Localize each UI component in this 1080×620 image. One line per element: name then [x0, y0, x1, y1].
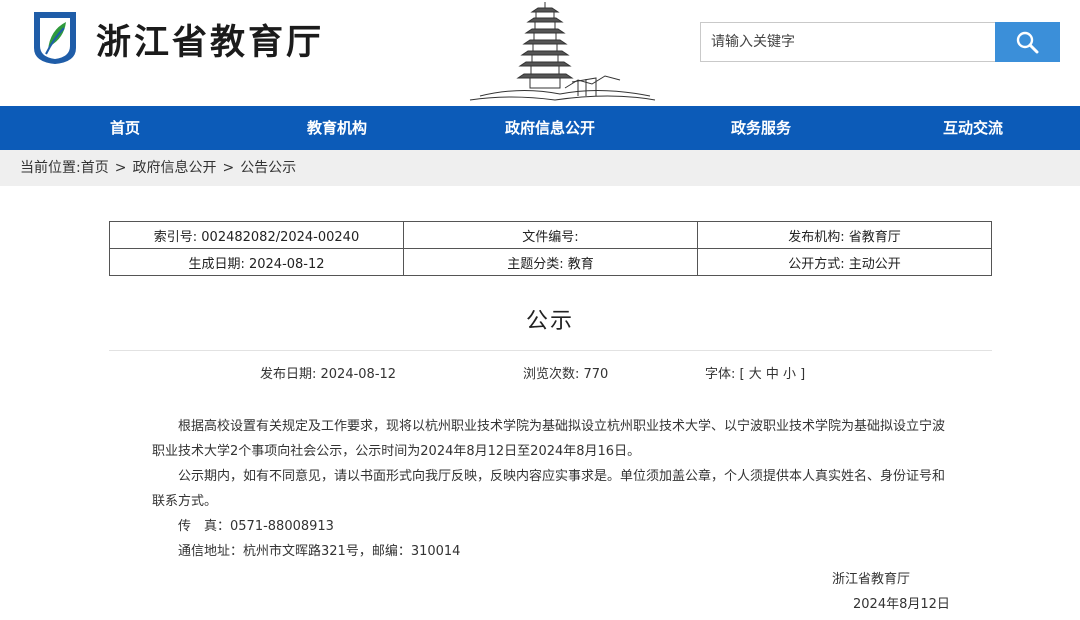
- breadcrumb-prefix: 当前位置:: [20, 160, 81, 176]
- meta-topic: 主题分类: 教育: [403, 248, 698, 276]
- address-line: 通信地址：杭州市文晖路321号，邮编：310014: [178, 544, 461, 559]
- nav-item-interaction[interactable]: 互动交流: [943, 106, 1003, 150]
- site-name[interactable]: 浙江省教育厅: [96, 14, 324, 65]
- site-header: 浙江省教育厅: [0, 0, 1080, 106]
- table-row: 索引号: 002482082/2024-00240 文件编号: 发布机构: 省教…: [109, 221, 992, 249]
- search-input[interactable]: [701, 23, 993, 61]
- signature-date: 2024年8月12日: [853, 597, 950, 612]
- nav-item-services[interactable]: 政务服务: [731, 106, 791, 150]
- search-button[interactable]: [995, 22, 1060, 62]
- view-count: 浏览次数: 770: [523, 367, 609, 382]
- nav-item-institutions[interactable]: 教育机构: [307, 106, 367, 150]
- table-row: 生成日期: 2024-08-12 主题分类: 教育 公开方式: 主动公开: [109, 248, 992, 276]
- document-meta-table: 索引号: 002482082/2024-00240 文件编号: 发布机构: 省教…: [109, 221, 992, 276]
- font-size-selector[interactable]: 字体: [ 大 中 小 ]: [705, 363, 805, 382]
- breadcrumb-announcements[interactable]: 公告公示: [240, 160, 296, 176]
- meta-index-number: 索引号: 002482082/2024-00240: [109, 221, 404, 249]
- meta-document-number: 文件编号:: [403, 221, 698, 249]
- article-paragraph: 根据高校设置有关规定及工作要求，现将以杭州职业技术学院为基础拟设立杭州职业技术大…: [152, 419, 946, 459]
- article-paragraph: 公示期内，如有不同意见，请以书面形式向我厅反映，反映内容应实事求是。单位须加盖公…: [152, 469, 946, 509]
- nav-item-gov-info[interactable]: 政府信息公开: [505, 106, 595, 150]
- signature-org: 浙江省教育厅: [832, 572, 911, 587]
- site-logo[interactable]: [30, 8, 80, 66]
- meta-disclosure-mode: 公开方式: 主动公开: [697, 248, 992, 276]
- title-divider: [109, 350, 992, 351]
- breadcrumb-separator: >: [222, 160, 235, 176]
- search-box: [700, 22, 1060, 62]
- article-title: 公示: [525, 309, 574, 334]
- meta-created-date: 生成日期: 2024-08-12: [109, 248, 404, 276]
- pagoda-illustration: [469, 2, 656, 101]
- meta-publisher: 发布机构: 省教育厅: [697, 221, 992, 249]
- article-body: 根据高校设置有关规定及工作要求，现将以杭州职业技术学院为基础拟设立杭州职业技术大…: [152, 414, 952, 564]
- nav-item-home[interactable]: 首页: [110, 106, 140, 150]
- search-icon: [1016, 31, 1039, 54]
- breadcrumb-home[interactable]: 首页: [81, 160, 109, 176]
- breadcrumb-gov-info[interactable]: 政府信息公开: [132, 160, 216, 176]
- publish-date: 发布日期: 2024-08-12: [260, 367, 397, 382]
- breadcrumb: 当前位置:首页 > 政府信息公开 > 公告公示: [0, 150, 1080, 186]
- breadcrumb-separator: >: [114, 160, 127, 176]
- main-nav: 首页 教育机构 政府信息公开 政务服务 互动交流: [0, 106, 1080, 150]
- fax-line: 传 真：0571-88008913: [178, 519, 334, 534]
